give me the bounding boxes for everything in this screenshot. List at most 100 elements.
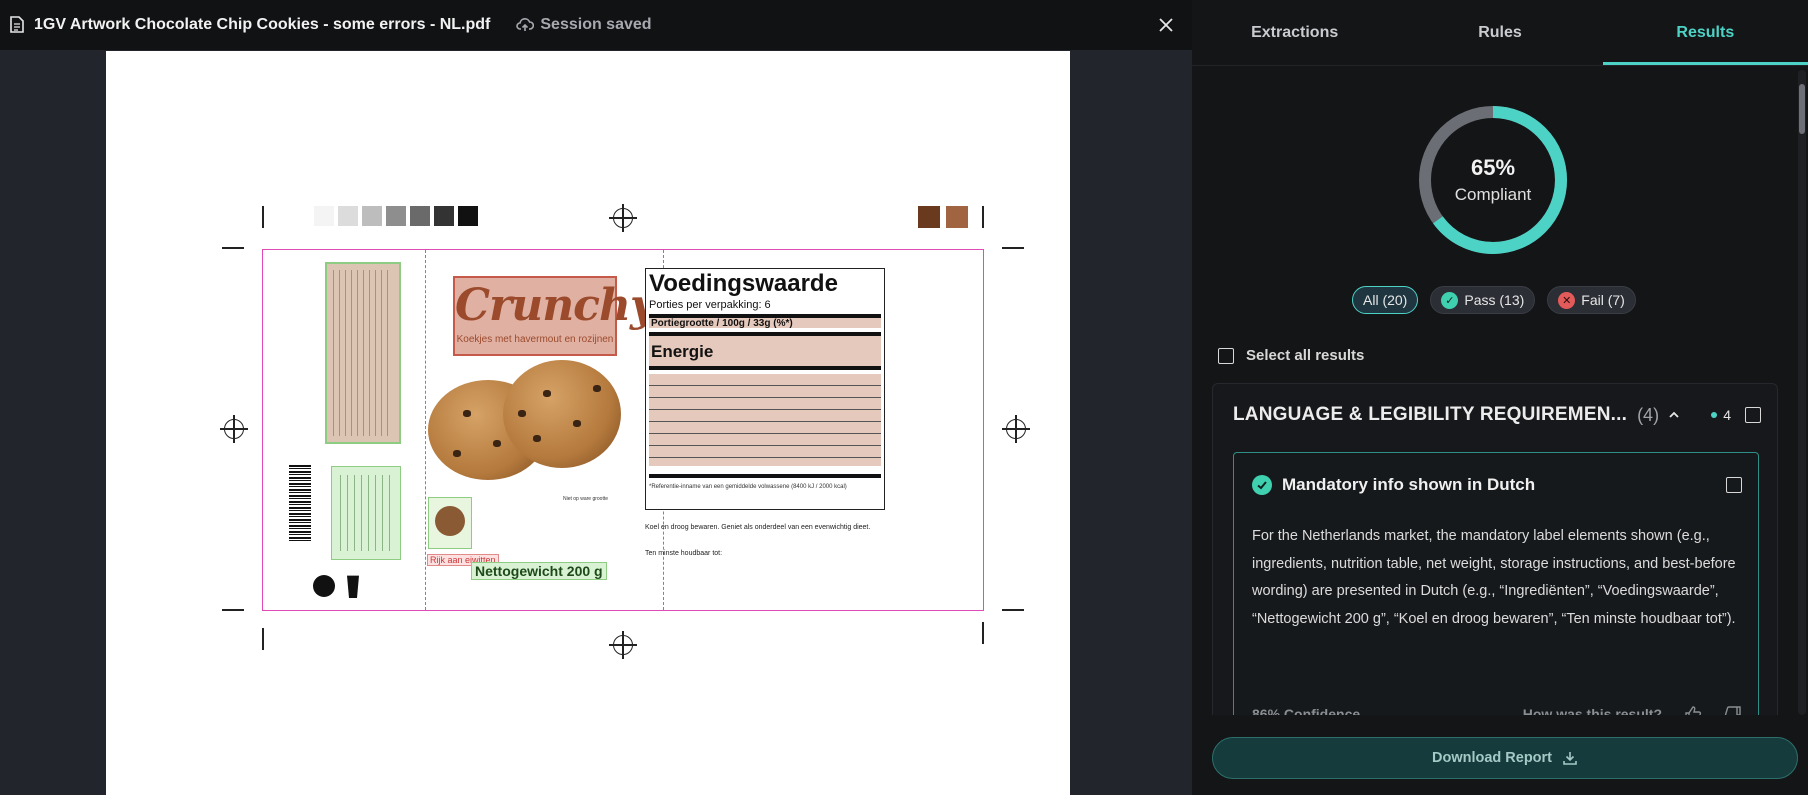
select-all-checkbox[interactable] <box>1218 347 1234 364</box>
result-footer: 86% Confidence How was this result? <box>1252 705 1742 715</box>
table-rule <box>649 474 881 478</box>
net-weight: Nettogewicht 200 g <box>471 562 607 580</box>
swatch <box>386 206 406 226</box>
download-report-button[interactable]: Download Report <box>1212 737 1798 779</box>
document-icon <box>10 16 26 34</box>
filter-all-label: All (20) <box>1363 292 1408 308</box>
nutrition-title: Voedingswaarde <box>649 270 838 297</box>
crop-mark <box>1002 609 1024 611</box>
compliance-gauge: 65% Compliant <box>1416 103 1570 257</box>
swatch <box>338 206 358 226</box>
filter-pass-label: Pass (13) <box>1464 292 1525 308</box>
select-all: Select all results <box>1218 347 1364 364</box>
panel-footer: Download Report <box>1192 715 1808 795</box>
filter-fail[interactable]: ✕ Fail (7) <box>1547 286 1636 314</box>
check-icon: ✓ <box>1441 291 1459 309</box>
nutrient-rows <box>649 374 881 466</box>
group-header[interactable]: LANGUAGE & LEGIBILITY REQUIREMEN... (4) … <box>1233 404 1761 426</box>
energy-row: Energie <box>649 332 881 370</box>
swatch <box>410 206 430 226</box>
brand-logo: Crunchy Koekjes met havermout en rozijne… <box>453 276 656 356</box>
crop-mark <box>222 247 244 249</box>
group-count: (4) <box>1637 404 1660 425</box>
portion-callout <box>428 497 472 549</box>
brand-name: Crunchy <box>455 280 656 331</box>
session-status: Session saved <box>516 16 652 34</box>
group-checkbox[interactable] <box>1745 407 1761 423</box>
compliance-label: Compliant <box>1454 185 1532 204</box>
download-report-label: Download Report <box>1431 750 1553 766</box>
result-filters: All (20) ✓ Pass (13) ✕ Fail (7) <box>1352 286 1636 314</box>
best-before-text: Ten minste houdbaar tot: <box>645 550 723 557</box>
tab-results[interactable]: Results <box>1602 0 1808 65</box>
status-dot <box>1711 412 1718 418</box>
feedback-prompt: How was this result? <box>1522 706 1662 715</box>
app-root: 1GV Artwork Chocolate Chip Cookies - som… <box>0 0 1808 795</box>
result-group: LANGUAGE & LEGIBILITY REQUIREMEN... (4) … <box>1212 383 1778 715</box>
results-panel: Extractions Rules Results 65% Compliant … <box>1192 0 1808 795</box>
crop-mark <box>222 609 244 611</box>
registration-mark <box>609 204 637 232</box>
session-status-text: Session saved <box>540 16 652 33</box>
filter-pass[interactable]: ✓ Pass (13) <box>1430 286 1536 314</box>
reference-footnote: *Referentie-inname van een gemiddelde vo… <box>649 484 847 490</box>
crop-mark <box>1002 247 1024 249</box>
swatch <box>458 206 478 226</box>
results-scroll-area[interactable]: 65% Compliant All (20) ✓ Pass (13) ✕ Fai… <box>1192 67 1808 715</box>
thumbs-up-icon[interactable] <box>1684 705 1702 715</box>
group-pass-badge: 4 <box>1711 407 1731 423</box>
crop-mark <box>262 628 264 650</box>
crop-mark <box>982 622 984 644</box>
tab-rules[interactable]: Rules <box>1397 0 1602 65</box>
viewer-topbar: 1GV Artwork Chocolate Chip Cookies - som… <box>0 0 1192 50</box>
chevron-up-icon[interactable] <box>1667 408 1681 422</box>
filter-fail-label: Fail (7) <box>1581 292 1625 308</box>
select-all-label: Select all results <box>1246 347 1365 364</box>
registration-mark <box>1002 415 1030 443</box>
result-card: Mandatory info shown in Dutch For the Ne… <box>1233 452 1759 715</box>
serving-note: Niet op ware grootte <box>563 496 609 502</box>
registration-mark <box>220 415 248 443</box>
nutrition-table: Voedingswaarde Porties per verpakking: 6… <box>645 268 885 510</box>
tab-extractions[interactable]: Extractions <box>1192 0 1397 65</box>
file-name: 1GV Artwork Chocolate Chip Cookies - som… <box>34 16 491 33</box>
brown-swatch <box>946 206 968 228</box>
panel-tabs: Extractions Rules Results <box>1192 0 1808 66</box>
group-title: LANGUAGE & LEGIBILITY REQUIREMEN... <box>1233 404 1628 425</box>
scrollbar-thumb[interactable] <box>1799 84 1805 134</box>
recycle-icon <box>313 575 335 597</box>
document-viewer: 1GV Artwork Chocolate Chip Cookies - som… <box>0 0 1192 795</box>
address-panel <box>331 466 401 560</box>
pdf-page: Crunchy Koekjes met havermout en rozijne… <box>106 51 1070 795</box>
fold-line <box>425 250 426 610</box>
x-icon: ✕ <box>1558 291 1576 309</box>
filter-all[interactable]: All (20) <box>1352 286 1419 314</box>
crop-mark <box>982 206 984 228</box>
thumbs-down-icon[interactable] <box>1724 705 1742 715</box>
compliance-percent: 65% <box>1470 155 1516 180</box>
swatch <box>314 206 334 226</box>
brown-swatch <box>918 206 940 228</box>
label-artwork: Crunchy Koekjes met havermout en rozijne… <box>262 249 984 611</box>
brand-tagline: Koekjes met havermout en rozijnen <box>456 334 614 345</box>
result-description: For the Netherlands market, the mandator… <box>1252 528 1736 627</box>
result-checkbox[interactable] <box>1726 477 1742 493</box>
confidence-score: 86% Confidence <box>1252 706 1361 715</box>
portion-header: Portiegrootte / 100g / 33g (%*) <box>649 314 881 329</box>
result-title: Mandatory info shown in Dutch <box>1282 475 1536 494</box>
waste-bin-icon <box>347 575 359 598</box>
group-badge-count: 4 <box>1723 407 1731 423</box>
ingredients-panel <box>325 262 401 444</box>
color-swatch-strip <box>314 206 478 226</box>
close-icon[interactable] <box>1154 13 1178 37</box>
download-icon <box>1563 752 1577 765</box>
result-card-header: Mandatory info shown in Dutch <box>1252 475 1742 495</box>
storage-text: Koel en droog bewaren. Geniet als onderd… <box>645 524 871 531</box>
cloud-saved-icon <box>516 18 535 31</box>
swatch <box>362 206 382 226</box>
crop-mark <box>262 206 264 228</box>
feedback: How was this result? <box>1523 705 1742 715</box>
scrollbar-track[interactable] <box>1798 70 1806 715</box>
swatch <box>434 206 454 226</box>
check-icon <box>1252 475 1272 495</box>
